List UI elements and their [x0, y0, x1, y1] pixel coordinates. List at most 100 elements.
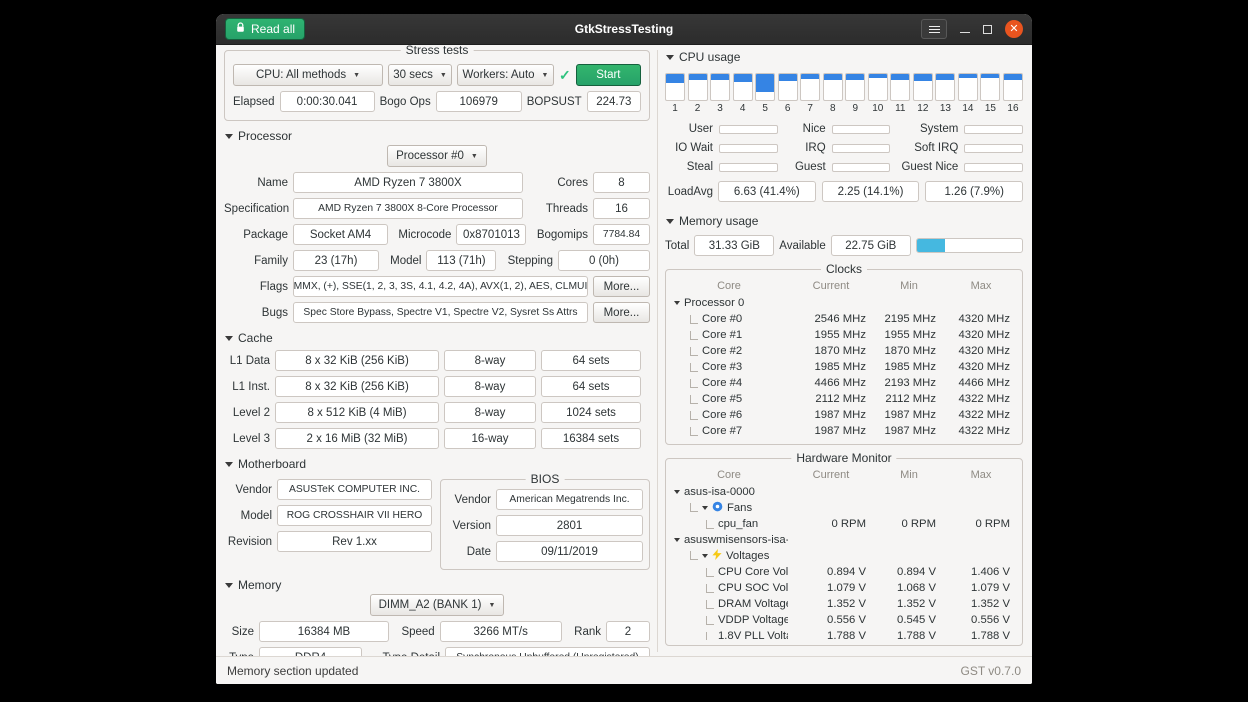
clock-row[interactable]: Core #4 4466 MHz 2193 MHz 4466 MHz [670, 375, 1018, 391]
hwmon-row[interactable]: VDDP Voltage 0.556 V 0.545 V 0.556 V [670, 612, 1018, 628]
clocks-col-min[interactable]: Min [874, 280, 944, 292]
cache-way-field[interactable]: 8-way [444, 376, 536, 397]
cache-size-field[interactable]: 8 x 512 KiB (4 MiB) [275, 402, 439, 423]
loadavg-entry[interactable]: 6.63 (41.4%) [718, 181, 816, 202]
cache-size-field[interactable]: 8 x 32 KiB (256 KiB) [275, 376, 439, 397]
clocks-col-max[interactable]: Max [944, 280, 1018, 292]
clocks-col-core[interactable]: Core [670, 280, 788, 292]
bugs-field[interactable]: Spec Store Bypass, Spectre V1, Spectre V… [293, 302, 588, 323]
family-field[interactable]: 23 (17h) [293, 250, 379, 271]
type-detail-field[interactable]: Synchronous Unbuffered (Unregistered) [445, 647, 650, 656]
clock-row[interactable]: Core #7 1987 MHz 1987 MHz 4322 MHz [670, 423, 1018, 439]
maximize-button[interactable] [983, 25, 992, 34]
threads-field[interactable]: 16 [593, 198, 650, 219]
dimm-selector-dropdown[interactable]: DIMM_A2 (BANK 1) ▼ [370, 594, 505, 616]
cache-sets-field[interactable]: 64 sets [541, 376, 641, 397]
cache-size-field[interactable]: 8 x 32 KiB (256 KiB) [275, 350, 439, 371]
hwmon-col-current[interactable]: Current [788, 469, 874, 481]
memory-usage-expander[interactable]: Memory usage [666, 214, 1023, 228]
flags-more-button[interactable]: More... [593, 276, 650, 297]
menu-button[interactable] [921, 19, 947, 39]
start-button[interactable]: Start [576, 64, 641, 86]
stress-method-dropdown[interactable]: CPU: All methods ▼ [233, 64, 383, 86]
size-field[interactable]: 16384 MB [259, 621, 389, 642]
stress-duration-value: 30 secs [393, 69, 433, 81]
stress-workers-dropdown[interactable]: Workers: Auto ▼ [457, 64, 554, 86]
mb-vendor-field[interactable]: ASUSTeK COMPUTER INC. [277, 479, 432, 500]
specification-field[interactable]: AMD Ryzen 7 3800X 8-Core Processor [293, 198, 523, 219]
cache-way-field[interactable]: 16-way [444, 428, 536, 449]
bugs-more-button[interactable]: More... [593, 302, 650, 323]
bogomips-field[interactable]: 7784.84 [593, 224, 650, 245]
cache-sets-field[interactable]: 16384 sets [541, 428, 641, 449]
hwmon-row[interactable]: asus-isa-0000 [670, 484, 1018, 500]
hwmon-row[interactable]: Fans [670, 500, 1018, 516]
bios-version-field[interactable]: 2801 [496, 515, 643, 536]
hwmon-row[interactable]: CPU Core Voltage 0.894 V 0.894 V 1.406 V [670, 564, 1018, 580]
hwmon-row[interactable]: Voltages [670, 548, 1018, 564]
stress-duration-dropdown[interactable]: 30 secs ▼ [388, 64, 452, 86]
bogo-ops-field[interactable]: 106979 [436, 91, 522, 112]
cache-expander[interactable]: Cache [225, 331, 650, 345]
processor-expander[interactable]: Processor [225, 129, 650, 143]
cache-way-field[interactable]: 8-way [444, 402, 536, 423]
clocks-col-current[interactable]: Current [788, 280, 874, 292]
titlebar[interactable]: GtkStressTesting Read all ✕ [216, 14, 1032, 45]
minimize-button[interactable] [960, 25, 970, 33]
cpu-core-meter-trough [710, 73, 730, 101]
clock-row[interactable]: Core #1 1955 MHz 1955 MHz 4320 MHz [670, 327, 1018, 343]
cache-sets-field[interactable]: 1024 sets [541, 402, 641, 423]
clock-row[interactable]: Core #3 1985 MHz 1985 MHz 4320 MHz [670, 359, 1018, 375]
hwmon-row[interactable]: 1.8V PLL Voltage 1.788 V 1.788 V 1.788 V [670, 628, 1018, 640]
tree-expander-icon[interactable] [702, 554, 708, 558]
hwmon-row[interactable]: cpu_fan 0 RPM 0 RPM 0 RPM [670, 516, 1018, 532]
clock-row[interactable]: Core #6 1987 MHz 1987 MHz 4322 MHz [670, 407, 1018, 423]
tree-expander-icon[interactable] [674, 538, 680, 542]
read-all-button[interactable]: Read all [225, 18, 305, 40]
loadavg-entry[interactable]: 2.25 (14.1%) [822, 181, 920, 202]
motherboard-expander[interactable]: Motherboard [225, 457, 650, 471]
elapsed-field[interactable]: 0:00:30.041 [280, 91, 375, 112]
total-field[interactable]: 31.33 GiB [694, 235, 774, 256]
cache-way-field[interactable]: 8-way [444, 350, 536, 371]
hwmon-col-min[interactable]: Min [874, 469, 944, 481]
clock-row[interactable]: Core #0 2546 MHz 2195 MHz 4320 MHz [670, 311, 1018, 327]
tree-branch [706, 632, 714, 640]
hwmon-col-max[interactable]: Max [944, 469, 1018, 481]
model-field[interactable]: 113 (71h) [426, 250, 496, 271]
speed-field[interactable]: 3266 MT/s [440, 621, 562, 642]
cpu-core-meter-trough [823, 73, 843, 101]
available-field[interactable]: 22.75 GiB [831, 235, 911, 256]
type-field[interactable]: DDR4 [259, 647, 362, 656]
cache-sets-field[interactable]: 64 sets [541, 350, 641, 371]
flags-field[interactable]: MMX, (+), SSE(1, 2, 3, 3S, 4.1, 4.2, 4A)… [293, 276, 588, 297]
tree-expander-icon[interactable] [674, 301, 680, 305]
cpu-usage-expander[interactable]: CPU usage [666, 50, 1023, 64]
loadavg-entry[interactable]: 1.26 (7.9%) [925, 181, 1023, 202]
hwmon-row[interactable]: CPU SOC Voltage 1.079 V 1.068 V 1.079 V [670, 580, 1018, 596]
mb-model-field[interactable]: ROG CROSSHAIR VII HERO [277, 505, 432, 526]
memory-expander[interactable]: Memory [225, 578, 650, 592]
package-field[interactable]: Socket AM4 [293, 224, 388, 245]
clock-row[interactable]: Core #2 1870 MHz 1870 MHz 4320 MHz [670, 343, 1018, 359]
hwmon-row[interactable]: DRAM Voltage 1.352 V 1.352 V 1.352 V [670, 596, 1018, 612]
stepping-field[interactable]: 0 (0h) [558, 250, 650, 271]
close-button[interactable]: ✕ [1005, 20, 1023, 38]
processor0-row[interactable]: Processor 0 [670, 295, 1018, 311]
tree-expander-icon[interactable] [674, 490, 680, 494]
mb-revision-field[interactable]: Rev 1.xx [277, 531, 432, 552]
name-field[interactable]: AMD Ryzen 7 3800X [293, 172, 523, 193]
processor-selector-dropdown[interactable]: Processor #0 ▼ [387, 145, 487, 167]
bios-date-field[interactable]: 09/11/2019 [496, 541, 643, 562]
hwmon-col-core[interactable]: Core [670, 469, 788, 481]
clock-row[interactable]: Core #5 2112 MHz 2112 MHz 4322 MHz [670, 391, 1018, 407]
hwmon-row[interactable]: asuswmisensors-isa-0000 [670, 532, 1018, 548]
bios-vendor-field[interactable]: American Megatrends Inc. [496, 489, 643, 510]
tree-expander-icon[interactable] [702, 506, 708, 510]
cache-size-field[interactable]: 2 x 16 MiB (32 MiB) [275, 428, 439, 449]
cores-field[interactable]: 8 [593, 172, 650, 193]
bopsust-field[interactable]: 224.73 [587, 91, 641, 112]
cpu-core-meter-number: 9 [852, 103, 858, 114]
microcode-field[interactable]: 0x8701013 [456, 224, 526, 245]
rank-field[interactable]: 2 [606, 621, 650, 642]
